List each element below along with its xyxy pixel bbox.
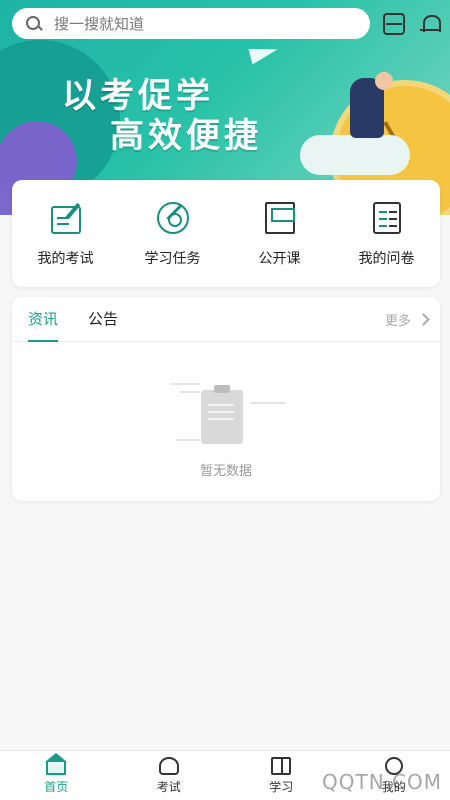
quick-item-study-tasks[interactable]: 学习任务 xyxy=(123,202,223,287)
decor-line xyxy=(250,402,286,404)
bell-icon[interactable] xyxy=(420,13,442,35)
decor-line xyxy=(180,391,200,393)
nav-exam[interactable]: 考试 xyxy=(113,751,226,800)
empty-state: 暂无数据 xyxy=(12,342,440,501)
nav-label: 考试 xyxy=(156,780,181,794)
search-bar[interactable]: 搜一搜就知道 xyxy=(12,8,370,39)
nav-label: 学习 xyxy=(269,780,294,794)
chevron-right-icon xyxy=(417,313,430,326)
quick-item-label: 公开课 xyxy=(258,251,301,267)
home-icon xyxy=(45,753,68,775)
decor-line xyxy=(176,439,200,441)
quick-item-open-course[interactable]: 公开课 xyxy=(230,202,330,287)
quick-item-my-surveys[interactable]: 我的问卷 xyxy=(337,202,437,287)
banner-slogan-line2: 高效便捷 xyxy=(110,116,262,156)
exam-icon xyxy=(158,757,179,775)
decor-line xyxy=(170,383,200,385)
checklist-icon xyxy=(372,202,401,234)
quick-item-label: 我的问卷 xyxy=(358,251,415,267)
quick-item-label: 我的考试 xyxy=(37,251,94,267)
tab-news[interactable]: 资讯 xyxy=(28,297,59,342)
news-panel: 资讯 公告 更多 暂无数据 xyxy=(12,297,440,501)
rocket-illustration xyxy=(300,135,410,175)
paper-plane-icon xyxy=(248,41,280,65)
search-icon xyxy=(26,15,42,32)
nav-study[interactable]: 学习 xyxy=(225,751,338,800)
empty-state-text: 暂无数据 xyxy=(199,464,252,479)
quick-item-label: 学习任务 xyxy=(144,251,201,267)
more-label: 更多 xyxy=(384,314,411,329)
news-tabs: 资讯 公告 更多 xyxy=(12,297,440,342)
quick-item-my-exams[interactable]: 我的考试 xyxy=(16,202,116,287)
watermark: QQTN.COM xyxy=(322,770,442,794)
book-icon xyxy=(264,202,295,234)
search-input[interactable]: 搜一搜就知道 xyxy=(54,13,144,34)
person-head-illustration xyxy=(375,72,393,90)
scan-icon[interactable] xyxy=(383,13,405,35)
exam-edit-icon xyxy=(50,206,81,234)
book-open-icon xyxy=(271,757,292,775)
target-icon xyxy=(156,202,189,234)
quick-menu: 我的考试 学习任务 公开课 我的问卷 xyxy=(12,180,440,287)
tab-announcements[interactable]: 公告 xyxy=(88,297,118,342)
nav-home[interactable]: 首页 xyxy=(0,751,113,800)
more-link[interactable]: 更多 xyxy=(384,297,430,342)
clipboard-icon xyxy=(201,385,243,444)
nav-label: 首页 xyxy=(44,780,69,794)
